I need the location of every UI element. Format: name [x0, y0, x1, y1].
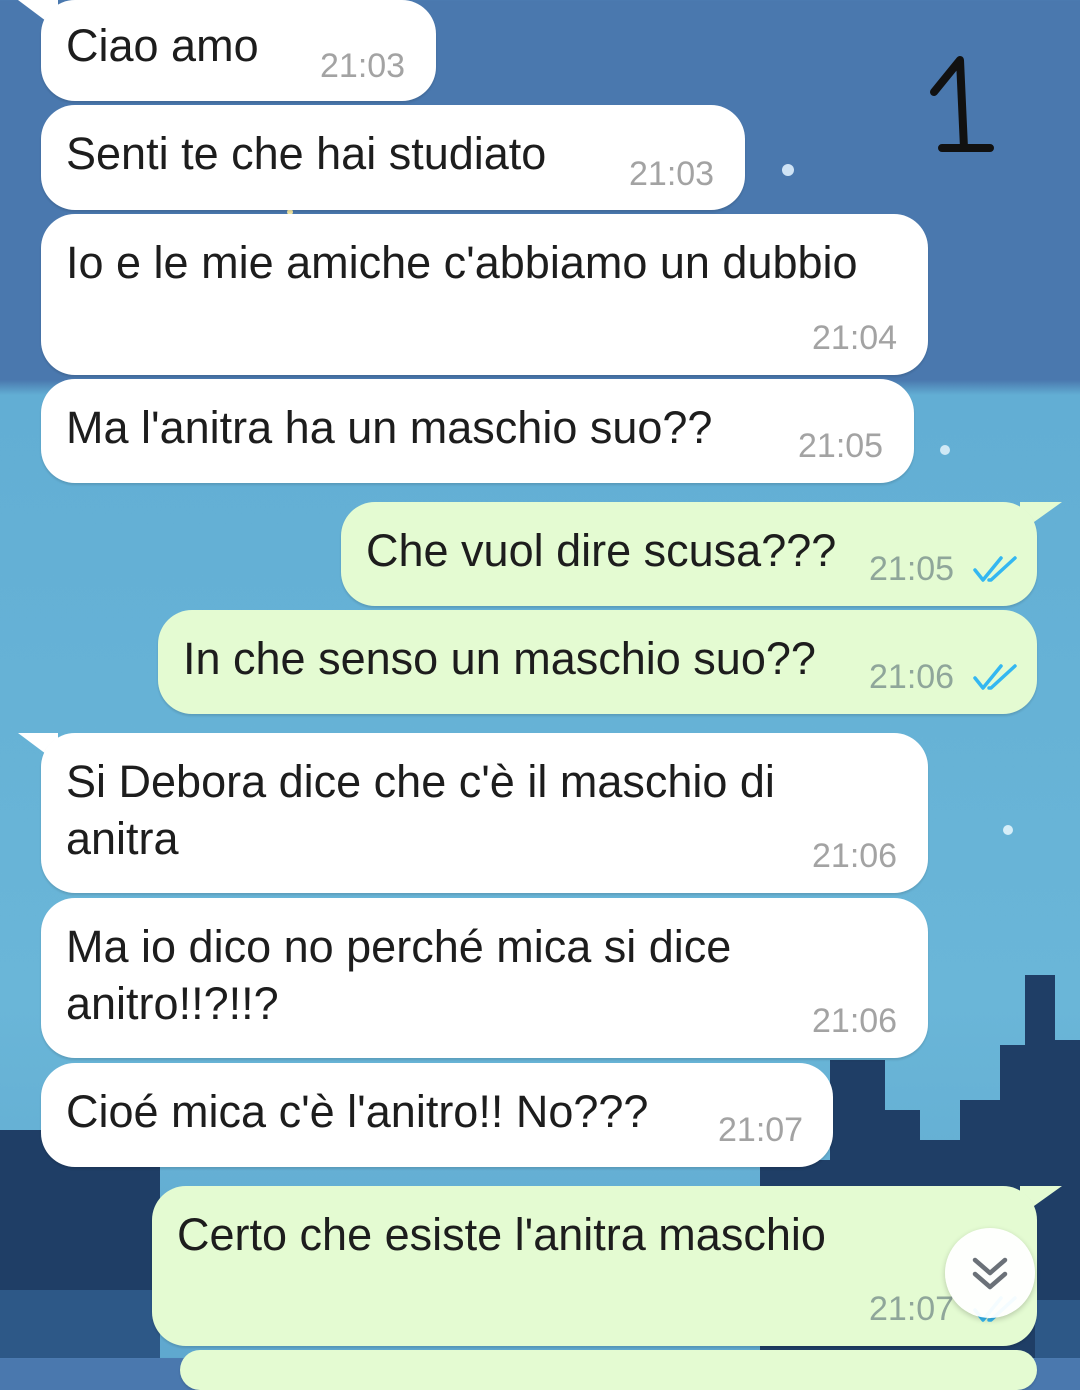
message-text: In che senso un maschio suo??	[183, 633, 816, 684]
message-time: 21:03	[629, 155, 715, 193]
message-text: Io e le mie amiche c'abbiamo un dubbio	[66, 237, 858, 288]
incoming-message[interactable]: Ma l'anitra ha un maschio suo?? 21:05	[41, 379, 914, 483]
outgoing-message[interactable]: Che vuol dire scusa??? 21:05	[341, 502, 1037, 606]
outgoing-message-partial	[180, 1350, 1037, 1390]
incoming-message[interactable]: Io e le mie amiche c'abbiamo un dubbio 2…	[41, 214, 928, 375]
incoming-message[interactable]: Ma io dico no perché mica si dice anitro…	[41, 898, 928, 1058]
incoming-message[interactable]: Cioé mica c'è l'anitro!! No??? 21:07	[41, 1063, 833, 1167]
message-time: 21:05	[869, 550, 955, 588]
message-text: Senti te che hai studiato	[66, 128, 547, 179]
message-time: 21:04	[812, 319, 898, 357]
chevron-double-down-icon	[972, 1257, 1008, 1290]
message-text: Cioé mica c'è l'anitro!! No???	[66, 1086, 649, 1137]
message-text-line: Ma io dico no perché mica si dice	[66, 921, 732, 972]
message-text-line: Si Debora dice che c'è il maschio di	[66, 756, 775, 807]
scroll-to-bottom-button[interactable]	[945, 1228, 1035, 1318]
message-time: 21:07	[869, 1290, 955, 1328]
message-text-line: anitro!!?!!?	[66, 978, 279, 1029]
annotation-number: 1	[926, 40, 996, 155]
message-time: 21:06	[812, 1002, 898, 1040]
outgoing-message[interactable]: In che senso un maschio suo?? 21:06	[158, 610, 1037, 714]
star-icon	[1003, 825, 1013, 835]
message-time: 21:05	[798, 427, 884, 465]
outgoing-message[interactable]: Certo che esiste l'anitra maschio 21:07	[152, 1186, 1037, 1346]
incoming-message[interactable]: Si Debora dice che c'è il maschio di ani…	[41, 733, 928, 893]
star-icon	[782, 164, 794, 176]
message-time: 21:06	[869, 658, 955, 696]
message-text: Ma l'anitra ha un maschio suo??	[66, 402, 713, 453]
message-text: Ciao amo	[66, 20, 259, 71]
message-text: Certo che esiste l'anitra maschio	[177, 1209, 826, 1260]
star-icon	[940, 445, 950, 455]
incoming-message[interactable]: Senti te che hai studiato 21:03	[41, 105, 745, 210]
incoming-message[interactable]: Ciao amo 21:03	[41, 0, 436, 101]
message-time: 21:03	[320, 47, 406, 85]
message-text: Che vuol dire scusa???	[366, 525, 837, 576]
message-text-line: anitra	[66, 813, 179, 864]
message-time: 21:06	[812, 837, 898, 875]
double-check-icon	[973, 556, 1017, 582]
double-check-icon	[973, 664, 1017, 690]
message-time: 21:07	[718, 1111, 804, 1149]
